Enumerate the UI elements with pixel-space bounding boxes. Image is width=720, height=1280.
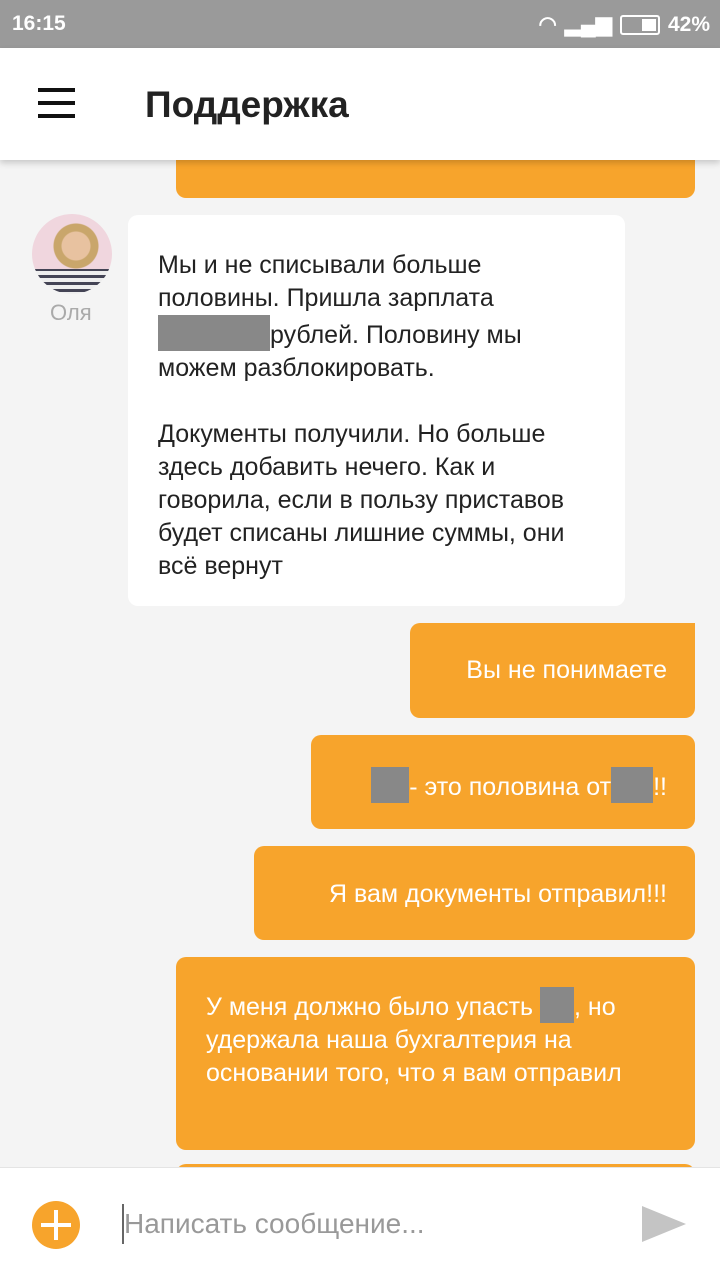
message-text: Документы получили. Но больше здесь доба… xyxy=(158,420,565,580)
message-input[interactable] xyxy=(122,1204,622,1244)
message-text: У меня должно было упасть xyxy=(206,993,534,1021)
status-bar: 16:15 ◠ ▂▄▆ 42% xyxy=(0,0,720,48)
redacted-block xyxy=(158,315,270,351)
message-outgoing: У меня должно было упасть , но удержала … xyxy=(176,957,695,1150)
redacted-block xyxy=(611,767,654,803)
sender-name: Оля xyxy=(50,300,92,325)
message-text: !! xyxy=(653,773,667,801)
redacted-block xyxy=(371,767,410,803)
battery-icon xyxy=(619,14,660,35)
send-icon[interactable] xyxy=(642,1206,686,1242)
battery-percent: 42% xyxy=(667,12,710,36)
page-title: Поддержка xyxy=(145,84,349,125)
add-attachment-button[interactable] xyxy=(32,1201,80,1249)
app-header: Поддержка xyxy=(0,48,720,160)
message-outgoing: - это половина от!! xyxy=(311,735,695,829)
message-incoming: Мы и не списывали больше половины. Пришл… xyxy=(128,215,625,606)
message-text: Вы не понимаете xyxy=(466,656,667,684)
signal-icon: ▂▄▆ xyxy=(564,13,612,36)
message-outgoing: Вы не понимаете xyxy=(410,623,695,718)
clock: 16:15 xyxy=(12,12,66,35)
message-text: - это половина от xyxy=(409,773,612,801)
avatar[interactable] xyxy=(32,214,112,294)
message-text: Я вам документы отправил!!! xyxy=(328,880,667,908)
redacted-block xyxy=(540,987,574,1023)
composer-bar xyxy=(0,1167,720,1280)
wifi-icon: ◠ xyxy=(538,13,557,36)
message-outgoing: Я вам документы отправил!!! xyxy=(254,846,695,940)
message-text: Мы и не списывали больше половины. Пришл… xyxy=(158,251,494,312)
menu-icon[interactable] xyxy=(38,88,75,118)
